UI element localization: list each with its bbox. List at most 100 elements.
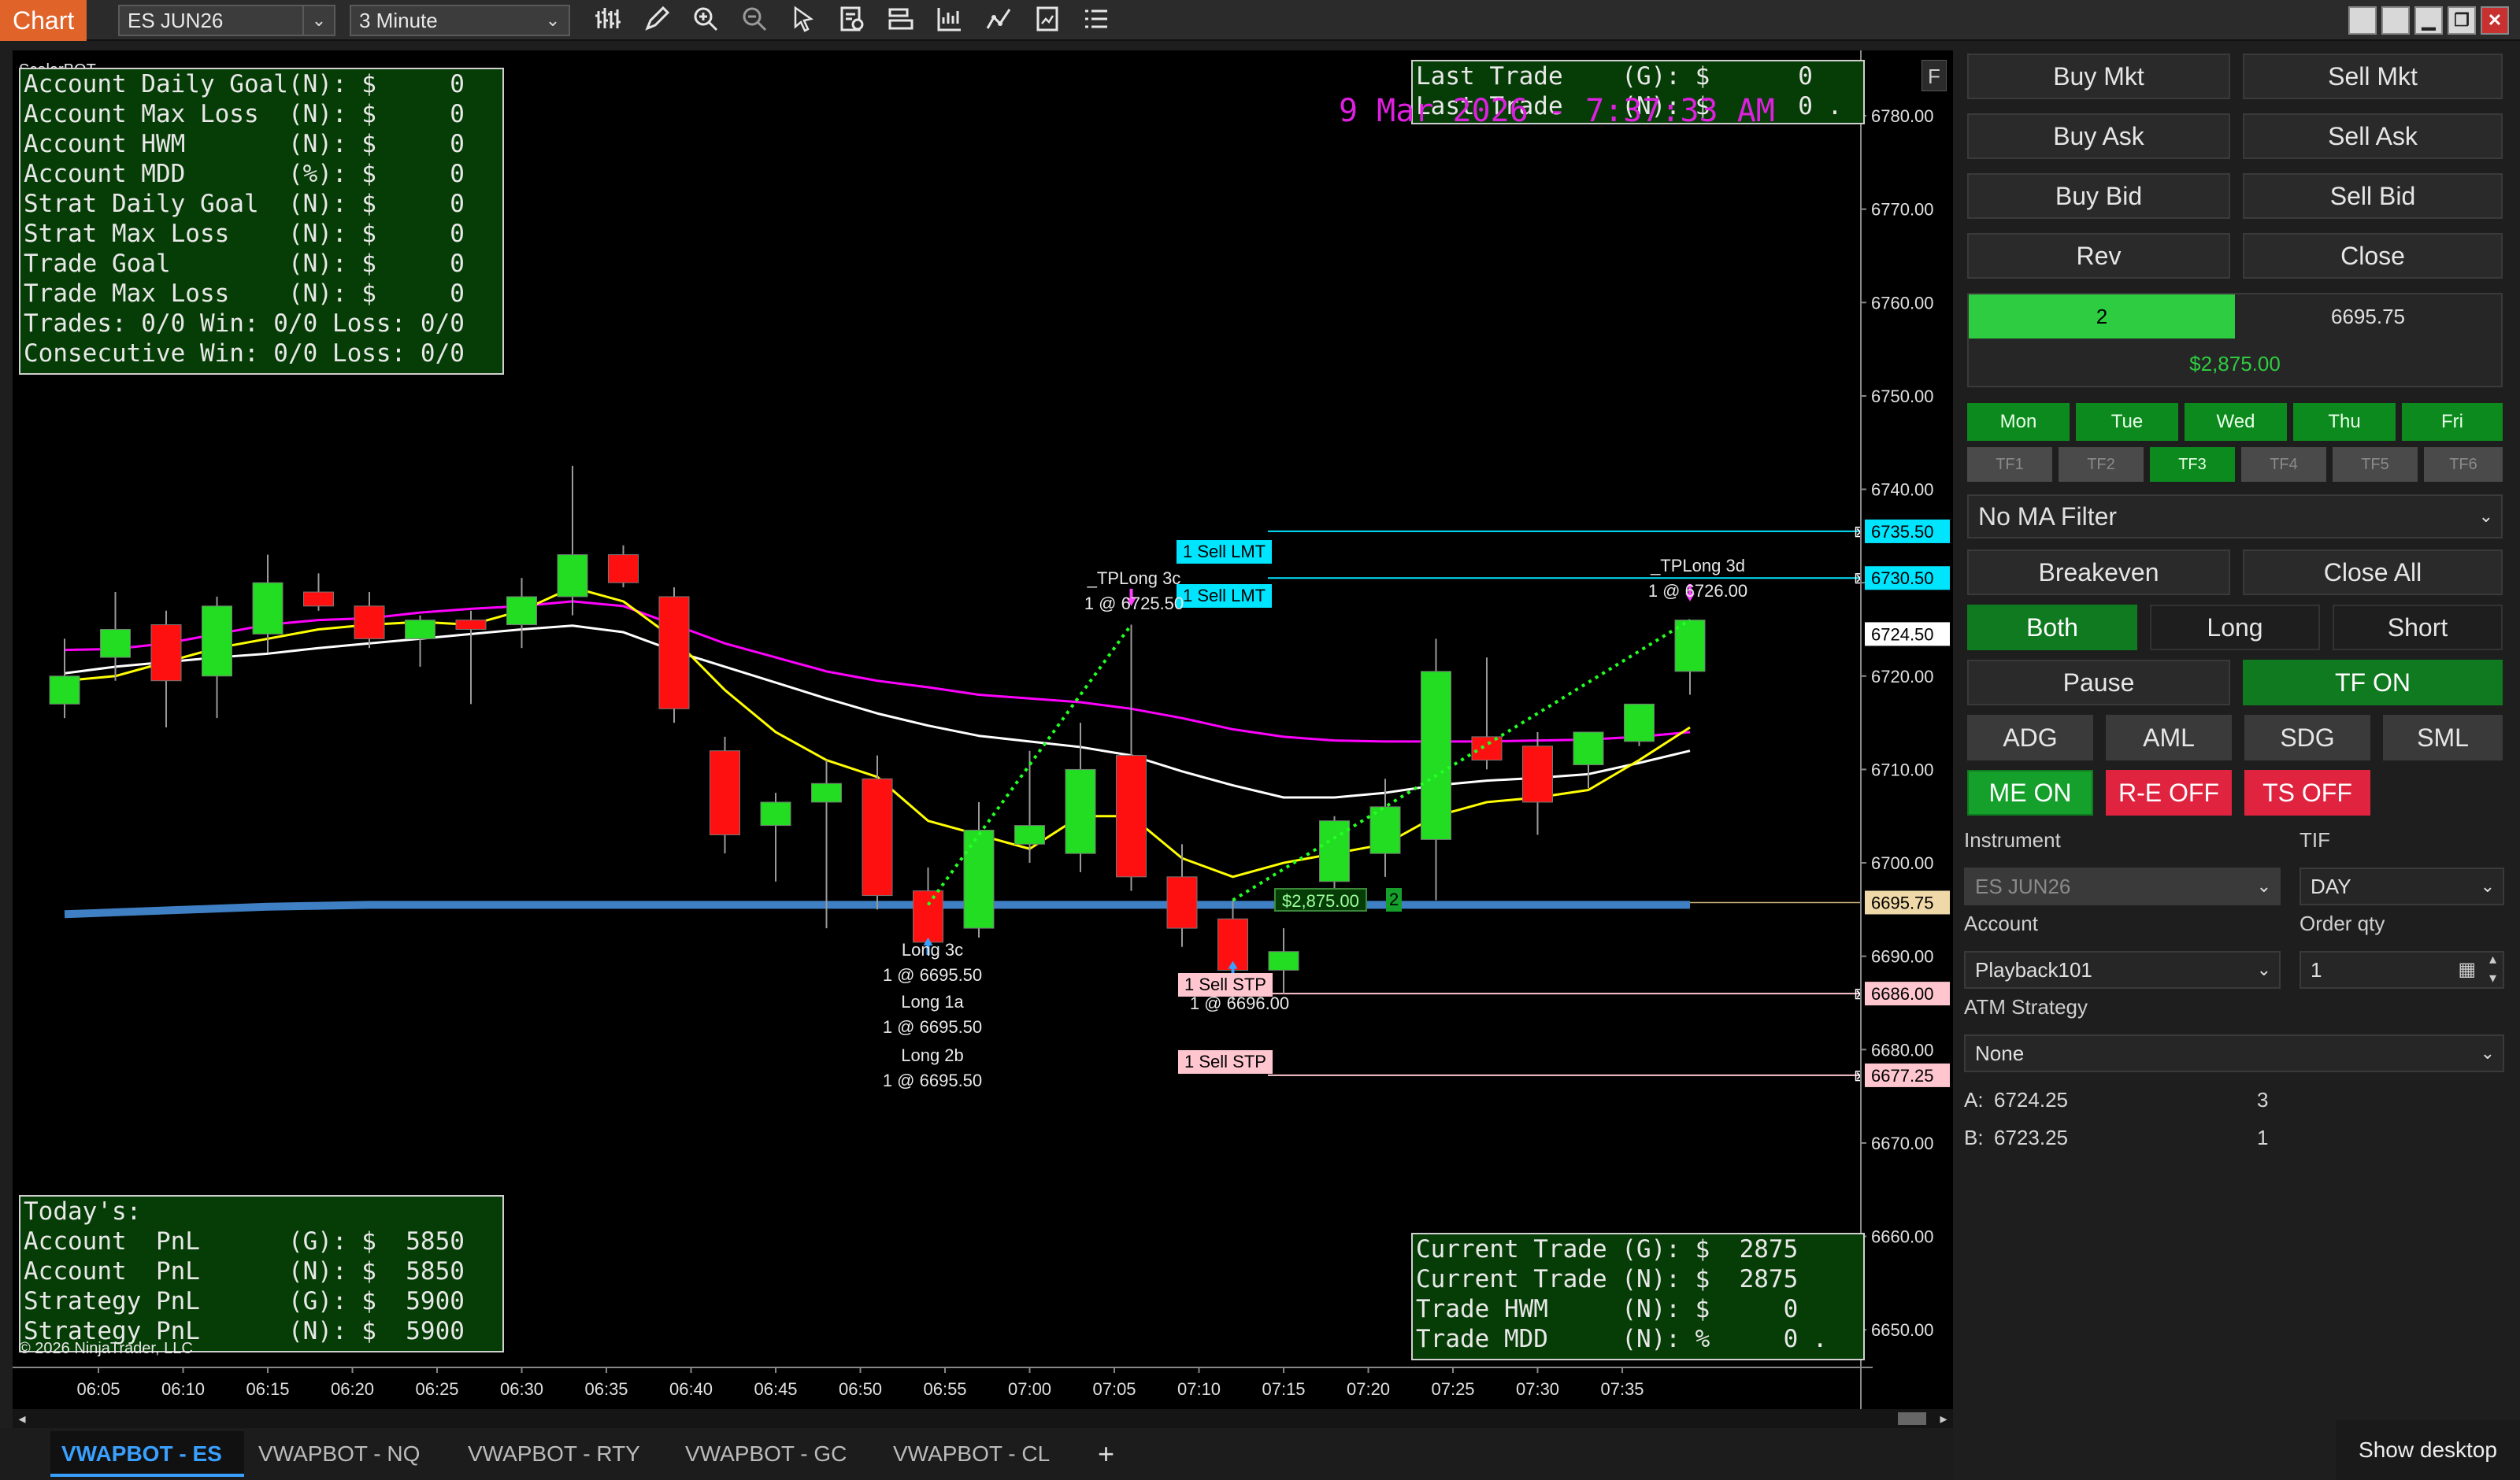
sdg-button[interactable]: SDG <box>2244 715 2370 760</box>
buy-market-button[interactable]: Buy Mkt <box>1967 54 2230 99</box>
atm-strategy-dropdown[interactable]: None ⌄ <box>1964 1034 2504 1072</box>
chart-horizontal-scrollbar[interactable]: ◂ ▸ <box>13 1409 1953 1428</box>
day-toggle-fri[interactable]: Fri <box>2402 403 2503 441</box>
position-pnl-tag[interactable]: $2,875.00 <box>1274 888 1367 912</box>
reverse-button[interactable]: Rev <box>1967 233 2230 279</box>
day-toggle-tue[interactable]: Tue <box>2076 403 2178 441</box>
candle-body <box>760 801 791 827</box>
adg-button[interactable]: ADG <box>1967 715 2093 760</box>
window-layout-alt-icon[interactable] <box>2381 6 2410 35</box>
close-all-button[interactable]: Close All <box>2243 549 2503 595</box>
timeframe-toggle-tf1[interactable]: TF1 <box>1967 447 2052 482</box>
data-box-icon[interactable] <box>835 5 869 36</box>
account-goals-panel: Account Daily Goal(N): $ 0 Account Max Lo… <box>19 68 504 375</box>
me-on-toggle[interactable]: ME ON <box>1967 770 2093 816</box>
ma-filter-dropdown[interactable]: No MA Filter ⌄ <box>1967 494 2503 538</box>
chart-f-button[interactable]: F <box>1922 60 1947 91</box>
sml-button[interactable]: SML <box>2383 715 2503 760</box>
draw-pencil-icon[interactable] <box>639 5 674 36</box>
timeframe-toggle-tf3[interactable]: TF3 <box>2150 447 2235 482</box>
sell-limit-order-tag[interactable]: 1 Sell LMT <box>1177 540 1273 564</box>
stepper-arrows-icon[interactable]: ▴ ▾ <box>2489 949 2496 987</box>
timeframe-toggle-tf4[interactable]: TF4 <box>2241 447 2326 482</box>
tab-vwapbot-cl[interactable]: VWAPBOT - CL <box>882 1431 1084 1477</box>
tf-on-toggle[interactable]: TF ON <box>2243 660 2503 705</box>
time-tick-label: 07:30 <box>1516 1379 1559 1399</box>
scroll-thumb[interactable] <box>1898 1412 1926 1425</box>
strategies-icon[interactable] <box>981 5 1016 36</box>
aml-button[interactable]: AML <box>2106 715 2232 760</box>
chart-properties-icon[interactable] <box>884 5 918 36</box>
long-3c-price: 1 @ 6695.50 <box>882 965 983 985</box>
candle-body <box>1116 755 1147 878</box>
last-trade-row: Last Trade (G): $ 0 <box>1416 62 1813 91</box>
candle-body <box>354 605 385 639</box>
direction-short-button[interactable]: Short <box>2333 605 2503 650</box>
scroll-right-icon[interactable]: ▸ <box>1934 1409 1953 1428</box>
direction-long-button[interactable]: Long <box>2150 605 2320 650</box>
position-qty-tag[interactable]: 2 <box>1386 888 1403 912</box>
time-tick-label: 06:40 <box>669 1379 713 1399</box>
tab-vwapbot-rty[interactable]: VWAPBOT - RTY <box>457 1431 671 1477</box>
close-position-button[interactable]: Close <box>2243 233 2503 279</box>
re-off-toggle[interactable]: R-E OFF <box>2106 770 2232 816</box>
zoom-out-icon[interactable] <box>737 5 772 36</box>
scroll-left-icon[interactable]: ◂ <box>13 1409 32 1428</box>
day-toggle-thu[interactable]: Thu <box>2293 403 2396 441</box>
sell-stop-order-tag[interactable]: 1 Sell STP <box>1178 1050 1273 1074</box>
instrument-selector[interactable]: ES JUN26 ⌄ <box>118 5 335 36</box>
bid-size: 1 <box>2257 1126 2269 1149</box>
zoom-in-icon[interactable] <box>688 5 723 36</box>
account-goals-row: Account HWM (N): $ 0 <box>24 130 465 158</box>
buy-ask-button[interactable]: Buy Ask <box>1967 113 2230 159</box>
tab-vwapbot-nq[interactable]: VWAPBOT - NQ <box>247 1431 454 1477</box>
tab-vwapbot-es[interactable]: VWAPBOT - ES <box>50 1431 244 1477</box>
breakeven-button[interactable]: Breakeven <box>1967 549 2230 595</box>
order-qty-stepper[interactable]: 1 ▦ ▴ ▾ <box>2300 951 2504 989</box>
templates-icon[interactable] <box>1030 5 1065 36</box>
account-dropdown[interactable]: Playback101 ⌄ <box>1964 951 2281 989</box>
add-tab-button[interactable]: + <box>1087 1431 1118 1477</box>
instrument-field[interactable]: ES JUN26 ⌄ <box>1964 868 2281 905</box>
chart-window-title[interactable]: Chart <box>0 0 87 41</box>
price-axis[interactable]: 6780.00 6770.00 6760.00 6750.00 6740.00 6730.… <box>1860 50 1953 1409</box>
day-toggle-wed[interactable]: Wed <box>2185 403 2287 441</box>
pointer-icon[interactable] <box>786 5 821 36</box>
price-flag-label: 6677.25 <box>1871 1066 1934 1086</box>
buy-bid-button[interactable]: Buy Bid <box>1967 173 2230 219</box>
time-axis[interactable]: 06:05 06:10 06:15 06:20 06:25 06:30 06:35 06:40… <box>13 1367 1873 1409</box>
sell-ask-button[interactable]: Sell Ask <box>2243 113 2503 159</box>
current-trade-panel: Current Trade (G): $ 2875 Current Trade (… <box>1411 1233 1865 1360</box>
minimize-button[interactable]: ▁ <box>2414 6 2443 35</box>
account-goals-row: Account MDD (%): $ 0 <box>24 160 465 188</box>
day-toggle-mon[interactable]: Mon <box>1967 403 2070 441</box>
sell-bid-button[interactable]: Sell Bid <box>2243 173 2503 219</box>
long-1a-label: Long 1a <box>901 992 964 1012</box>
timeframe-toggle-tf6[interactable]: TF6 <box>2424 447 2503 482</box>
restore-button[interactable]: ❐ <box>2448 6 2476 35</box>
time-tick-label: 06:55 <box>923 1379 966 1399</box>
calculator-icon[interactable]: ▦ <box>2458 953 2476 987</box>
window-layout-icon[interactable] <box>2348 6 2377 35</box>
pause-button[interactable]: Pause <box>1967 660 2230 705</box>
direction-both-button[interactable]: Both <box>1967 605 2137 650</box>
bar-type-icon[interactable] <box>591 5 625 36</box>
show-desktop-button[interactable]: Show desktop <box>2336 1420 2520 1480</box>
indicators-icon[interactable] <box>932 5 967 36</box>
interval-selector[interactable]: 3 Minute ⌄ <box>350 5 570 36</box>
sell-market-button[interactable]: Sell Mkt <box>2243 54 2503 99</box>
tab-vwapbot-gc[interactable]: VWAPBOT - GC <box>674 1431 879 1477</box>
ts-off-toggle[interactable]: TS OFF <box>2244 770 2370 816</box>
timeframe-toggle-tf5[interactable]: TF5 <box>2333 447 2418 482</box>
position-unrealized-pnl: $2,875.00 <box>2189 352 2281 376</box>
list-icon[interactable] <box>1079 5 1114 36</box>
timeframe-toggle-tf2[interactable]: TF2 <box>2059 447 2144 482</box>
close-window-button[interactable]: ✕ <box>2481 6 2509 35</box>
candle-body <box>658 596 690 709</box>
time-tick-label: 06:30 <box>500 1379 543 1399</box>
current-trade-row: Trade HWM (N): $ 0 <box>1416 1295 1799 1323</box>
long-1a-price: 1 @ 6695.50 <box>882 1017 983 1037</box>
candle-body <box>1674 620 1706 672</box>
candle-body <box>1421 671 1451 840</box>
tif-dropdown[interactable]: DAY ⌄ <box>2300 868 2504 905</box>
